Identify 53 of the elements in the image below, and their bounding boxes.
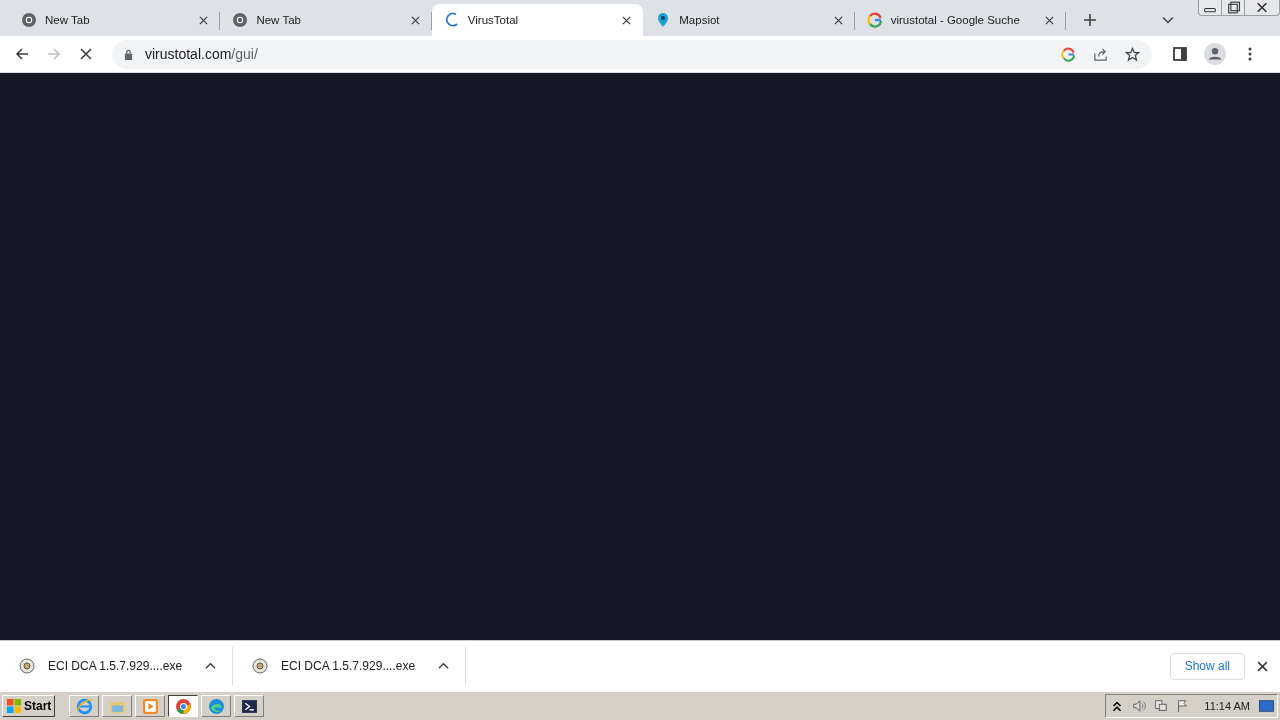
tab-title: VirusTotal: [467, 14, 520, 26]
browser-tab[interactable]: VirusTotal: [431, 4, 644, 36]
desktop-icon[interactable]: [1258, 699, 1275, 713]
chrome-icon: [174, 697, 192, 715]
browser-tab[interactable]: New Tab: [9, 4, 221, 36]
show-all-button[interactable]: Show all: [1169, 652, 1245, 680]
caret-up-icon[interactable]: [438, 662, 449, 670]
google-icon[interactable]: [1061, 46, 1076, 62]
speaker-icon[interactable]: [1132, 699, 1147, 713]
tab-title: New Tab: [256, 14, 302, 26]
tab-title: virustotal - Google Suche: [890, 14, 1021, 26]
stop-icon[interactable]: [78, 46, 94, 62]
star-icon[interactable]: [1125, 46, 1140, 62]
windows-logo-icon: [6, 698, 22, 714]
close-icon[interactable]: [622, 15, 632, 25]
chrome-icon: [21, 12, 37, 28]
side-panel-icon[interactable]: [1172, 46, 1188, 62]
lock-icon: [124, 48, 133, 60]
terminal-icon: [240, 697, 258, 715]
browser-tab[interactable]: Mapsiot: [643, 4, 855, 36]
close-icon[interactable]: [833, 15, 843, 25]
browser-e-icon: [75, 697, 93, 715]
url-text: virustotal.com/gui/: [145, 46, 258, 62]
chrome-icon: [232, 12, 249, 28]
share-icon[interactable]: [1093, 46, 1108, 62]
network-icon[interactable]: [1154, 699, 1169, 713]
address-bar[interactable]: virustotal.com/gui/: [112, 39, 1152, 69]
caret-up-icon[interactable]: [205, 662, 216, 670]
google-icon: [866, 12, 883, 28]
back-arrow-icon[interactable]: [14, 46, 30, 62]
tab-title: New Tab: [45, 14, 91, 26]
disc-icon: [252, 658, 268, 674]
browser-tab[interactable]: New Tab: [220, 4, 432, 36]
edge-icon: [207, 697, 225, 715]
loading-spinner-icon: [443, 12, 460, 28]
download-item[interactable]: ECI DCA 1.5.7.929....exe: [0, 647, 233, 685]
new-tab-icon[interactable]: [1084, 14, 1097, 26]
play-icon: [141, 697, 159, 715]
close-icon[interactable]: [1257, 660, 1268, 672]
start-button[interactable]: Start: [2, 695, 56, 717]
chevron-down-icon[interactable]: [1162, 16, 1175, 24]
close-icon[interactable]: [199, 15, 209, 25]
download-filename: ECI DCA 1.5.7.929....exe: [281, 659, 417, 673]
download-item[interactable]: ECI DCA 1.5.7.929....exe: [233, 647, 466, 685]
close-icon[interactable]: [410, 15, 420, 25]
profile-icon[interactable]: [1204, 43, 1226, 65]
browser-tab[interactable]: virustotal - Google Suche: [854, 4, 1067, 36]
clock-text: 11:14 AM: [1204, 700, 1250, 712]
download-filename: ECI DCA 1.5.7.929....exe: [48, 659, 184, 673]
tab-title: Mapsiot: [679, 14, 721, 26]
disc-icon: [19, 658, 35, 674]
taskbar-button[interactable]: [168, 695, 199, 717]
close-icon[interactable]: [1045, 15, 1055, 25]
